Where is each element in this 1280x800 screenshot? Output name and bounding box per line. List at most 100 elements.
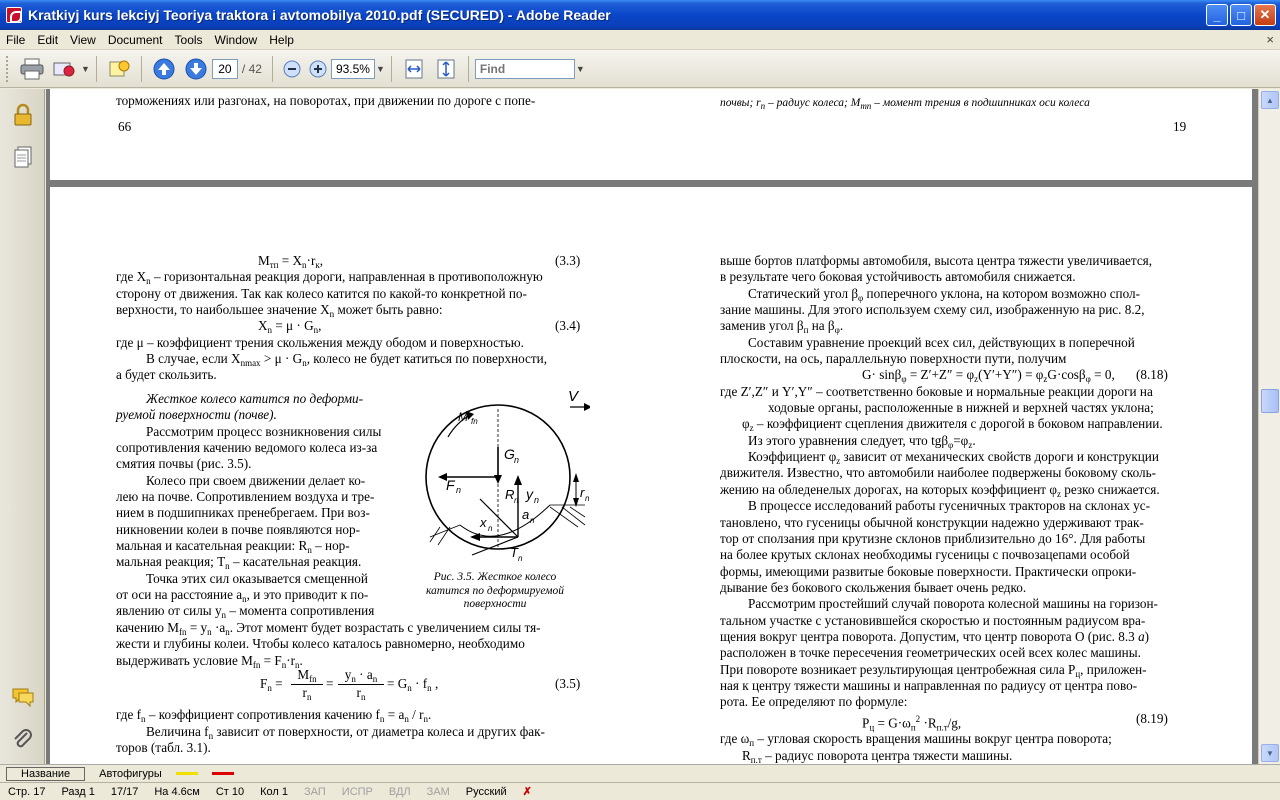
equation-3-5: Fn = Mfn rn = yn · an rn = Gn · fn , bbox=[260, 667, 439, 702]
label-xn-sub: n bbox=[488, 524, 493, 533]
pdf-page-top: торможениях или разгонах, на поворотах, … bbox=[50, 89, 1252, 180]
email-icon[interactable] bbox=[51, 56, 77, 82]
page-top-left-text: торможениях или разгонах, на поворотах, … bbox=[116, 93, 536, 108]
equation-8-19-number: (8.19) bbox=[1136, 711, 1168, 726]
fit-width-icon[interactable] bbox=[401, 56, 427, 82]
toolbar-grip[interactable] bbox=[6, 55, 10, 82]
status-count: 17/17 bbox=[110, 785, 139, 798]
style-select[interactable]: Название bbox=[6, 766, 86, 781]
label-mfn: M bbox=[458, 410, 468, 424]
label-fn: F bbox=[446, 477, 456, 493]
toolbar-separator bbox=[390, 55, 392, 82]
attachment-icon[interactable] bbox=[11, 727, 35, 751]
status-ext: ВДЛ bbox=[388, 785, 411, 798]
status-page: Стр. 17 bbox=[8, 785, 46, 798]
status-col: Кол 1 bbox=[260, 785, 289, 798]
zoom-dropdown-icon[interactable]: ▼ bbox=[376, 64, 385, 74]
zoom-level-input[interactable] bbox=[330, 58, 375, 79]
label-rn: R bbox=[505, 487, 514, 502]
toolbar-separator bbox=[467, 55, 469, 82]
font-select[interactable]: Автофигуры bbox=[99, 768, 162, 780]
text-line: щения вокруг центра поворота. Допустим, … bbox=[720, 629, 1150, 644]
label-r-sub: n bbox=[585, 494, 590, 503]
menu-view[interactable]: View bbox=[64, 33, 102, 47]
print-icon[interactable] bbox=[19, 56, 45, 82]
text-line: никновении колеи в почве появляются нор- bbox=[116, 522, 360, 537]
spellcheck-icon[interactable]: ✗ bbox=[515, 785, 540, 798]
toolbar-separator bbox=[271, 55, 273, 82]
email-dropdown-icon[interactable]: ▼ bbox=[81, 64, 90, 74]
text-line: где Z′,Z″ и Y′,Y″ – соответственно боков… bbox=[720, 384, 1153, 399]
find-input[interactable] bbox=[474, 58, 575, 79]
text-line: Колесо при своем движении делает ко- bbox=[146, 473, 366, 488]
section-heading: Жесткое колесо катится по деформи- bbox=[146, 391, 363, 406]
previous-page-icon[interactable] bbox=[151, 56, 177, 82]
menu-document[interactable]: Document bbox=[102, 33, 169, 47]
menu-tools[interactable]: Tools bbox=[169, 33, 209, 47]
minimize-button[interactable]: _ bbox=[1206, 4, 1228, 26]
fit-page-icon[interactable] bbox=[433, 56, 459, 82]
font-color-swatch[interactable] bbox=[211, 772, 234, 775]
equation-3-3-number: (3.3) bbox=[555, 253, 581, 268]
highlight-color-swatch[interactable] bbox=[175, 772, 198, 775]
pages-icon[interactable] bbox=[11, 145, 35, 169]
window-title: Kratkiyj kurs lekciyj Teoriya traktora i… bbox=[28, 7, 611, 23]
toolbar-separator bbox=[140, 55, 142, 82]
text-line: зание машины. Для этого используем схему… bbox=[720, 302, 1145, 317]
text-line: сопротивления качению ведомого колеса из… bbox=[116, 440, 378, 455]
zoom-in-icon[interactable] bbox=[308, 56, 328, 82]
menu-file[interactable]: File bbox=[0, 33, 31, 47]
text-line: Рассмотрим простейший случай поворота ко… bbox=[748, 596, 1158, 611]
scroll-thumb[interactable] bbox=[1261, 389, 1279, 413]
page-number-input[interactable] bbox=[211, 58, 238, 79]
label-an: a bbox=[522, 507, 529, 522]
document-close-icon[interactable]: × bbox=[1266, 32, 1274, 47]
text-line: формы, имеющими развитые боковые поверхн… bbox=[720, 564, 1137, 579]
menu-window[interactable]: Window bbox=[209, 33, 264, 47]
text-line: торов (табл. 3.1). bbox=[116, 740, 211, 755]
text-line: где μ – коэффициент трения скольжения ме… bbox=[116, 335, 524, 350]
word-formatting-strip: Название Автофигуры bbox=[0, 764, 1280, 782]
document-viewport[interactable]: торможениях или разгонах, на поворотах, … bbox=[46, 89, 1258, 764]
caption-line: поверхности bbox=[463, 598, 527, 610]
menu-help[interactable]: Help bbox=[263, 33, 300, 47]
text-line: рота. Ее определяют по формуле: bbox=[720, 694, 908, 709]
status-at: На 4.6см bbox=[154, 785, 200, 798]
maximize-button[interactable]: □ bbox=[1230, 4, 1252, 26]
text-line: а будет скользить. bbox=[116, 367, 217, 382]
caption-line: Рис. 3.5. Жесткое колесо bbox=[433, 571, 557, 583]
toolbar: ▼ / 42 ▼ ▼ bbox=[0, 50, 1280, 88]
close-button[interactable]: ✕ bbox=[1254, 4, 1276, 26]
label-yn: y bbox=[525, 486, 534, 502]
figure-caption: Рис. 3.5. Жесткое колесо катится по дефо… bbox=[410, 571, 580, 612]
status-ovr: ЗАМ bbox=[426, 785, 450, 798]
caption-line: катится по деформируемой bbox=[425, 584, 565, 597]
page-number-right: 19 bbox=[1173, 119, 1187, 134]
scroll-down-button[interactable]: ▼ bbox=[1261, 744, 1279, 762]
equation-3-5-number: (3.5) bbox=[555, 676, 581, 691]
vertical-scrollbar[interactable]: ▲ ▼ bbox=[1258, 89, 1280, 764]
label-gn-sub: n bbox=[514, 455, 519, 465]
label-yn-sub: n bbox=[534, 495, 539, 505]
lock-icon[interactable] bbox=[11, 103, 35, 127]
security-settings-icon[interactable] bbox=[106, 56, 132, 82]
text-line: тор от сползания при крутизне склонов пр… bbox=[720, 531, 1146, 546]
scroll-up-button[interactable]: ▲ bbox=[1261, 91, 1279, 109]
status-language: Русский bbox=[465, 785, 507, 798]
text-line: на более крутых склонах необходимы гусен… bbox=[720, 547, 1130, 562]
page-top-right-text: почвы; rп – радиус колеса; Mтп – момент … bbox=[720, 97, 1090, 111]
text-line: ходовые органы, расположенные в нижней и… bbox=[768, 400, 1154, 415]
status-line: Ст 10 bbox=[215, 785, 245, 798]
comments-icon[interactable] bbox=[11, 685, 35, 709]
find-dropdown-icon[interactable]: ▼ bbox=[576, 64, 585, 74]
menu-edit[interactable]: Edit bbox=[31, 33, 64, 47]
text-line: расположен в точке пересечения геометрич… bbox=[720, 645, 1141, 660]
label-v: V bbox=[568, 388, 580, 405]
text-line: дывание без бокового скольжения бывает о… bbox=[720, 580, 1027, 595]
label-xn: x bbox=[479, 515, 487, 530]
status-bar: Стр. 17 Разд 1 17/17 На 4.6см Ст 10 Кол … bbox=[0, 782, 1280, 800]
next-page-icon[interactable] bbox=[183, 56, 209, 82]
title-bar[interactable]: Kratkiyj kurs lekciyj Teoriya traktora i… bbox=[0, 0, 1280, 30]
zoom-out-icon[interactable] bbox=[282, 56, 302, 82]
toolbar-separator bbox=[95, 55, 97, 82]
